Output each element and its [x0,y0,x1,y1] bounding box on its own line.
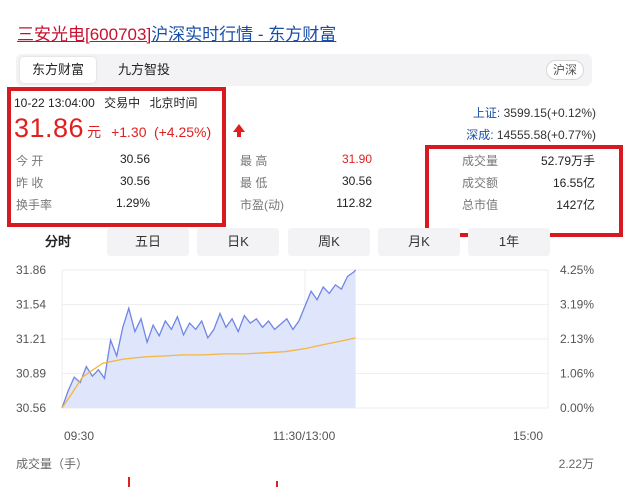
page-title-rest: 沪深实时行情 - 东方财富 [151,25,337,44]
tab-intraday[interactable]: 分时 [17,228,99,256]
y-tick-label-right: 0.00% [560,401,594,415]
tab-daily-k[interactable]: 日K [197,228,279,256]
highlight-box-left [7,87,226,227]
stat-label-low: 最 低 [240,176,268,190]
intraday-chart[interactable]: 31.86 31.54 31.21 30.89 30.56 4.25% 3.19% 2.13%… [0,258,640,453]
stat-value-pe: 112.82 [336,196,372,210]
x-tick-label: 09:30 [64,429,94,443]
x-tick-label: 15:00 [513,429,543,443]
y-tick-label-right: 3.19% [560,298,594,312]
up-arrow-stem [237,131,241,137]
index-shenzhen[interactable]: 深成: 14555.58(+0.77%) [466,126,596,143]
volume-axis-label: 成交量（手） [16,457,89,471]
y-tick-label-left: 31.21 [16,332,46,346]
market-badge[interactable]: 沪深 [545,60,584,80]
tab-dongfang[interactable]: 东方财富 [20,57,97,83]
index-value: 14555.58(+0.77%) [496,128,596,142]
stat-label-high: 最 高 [240,154,268,168]
index-shanghai[interactable]: 上证: 3599.15(+0.12%) [473,104,596,121]
page-title-link[interactable]: 三安光电[600703]沪深实时行情 - 东方财富 [17,20,336,45]
y-tick-label-right: 4.25% [560,263,594,277]
tab-weekly-k[interactable]: 周K [288,228,370,256]
y-tick-label-right: 2.13% [560,332,594,346]
stat-value-high: 31.90 [341,152,372,166]
stock-code-title: 三安光电[600703] [17,25,152,44]
stat-value-low: 30.56 [341,174,372,188]
tab-jiufang[interactable]: 九方智投 [106,57,182,83]
tab-five-day[interactable]: 五日 [107,228,189,256]
index-value: 3599.15(+0.12%) [503,106,596,120]
y-tick-label-left: 30.89 [16,367,46,381]
y-tick-label-left: 30.56 [16,401,46,415]
stat-label-pe: 市盈(动) [240,198,284,212]
volume-bar [128,477,130,487]
index-label: 上证: [472,106,501,120]
volume-bar [276,481,278,487]
highlight-box-right [425,145,623,237]
y-tick-label-right: 1.06% [560,367,594,381]
y-tick-label-left: 31.86 [16,263,46,277]
tab-one-year[interactable]: 1年 [468,228,550,256]
index-label: 深成: [466,128,494,142]
source-tabbar: 东方财富 九方智投 沪深 [16,54,592,86]
y-tick-label-left: 31.54 [16,298,46,312]
tab-monthly-k[interactable]: 月K [378,228,460,256]
volume-max-label: 2.22万 [558,457,594,471]
x-tick-label: 11:30/13:00 [273,429,336,443]
